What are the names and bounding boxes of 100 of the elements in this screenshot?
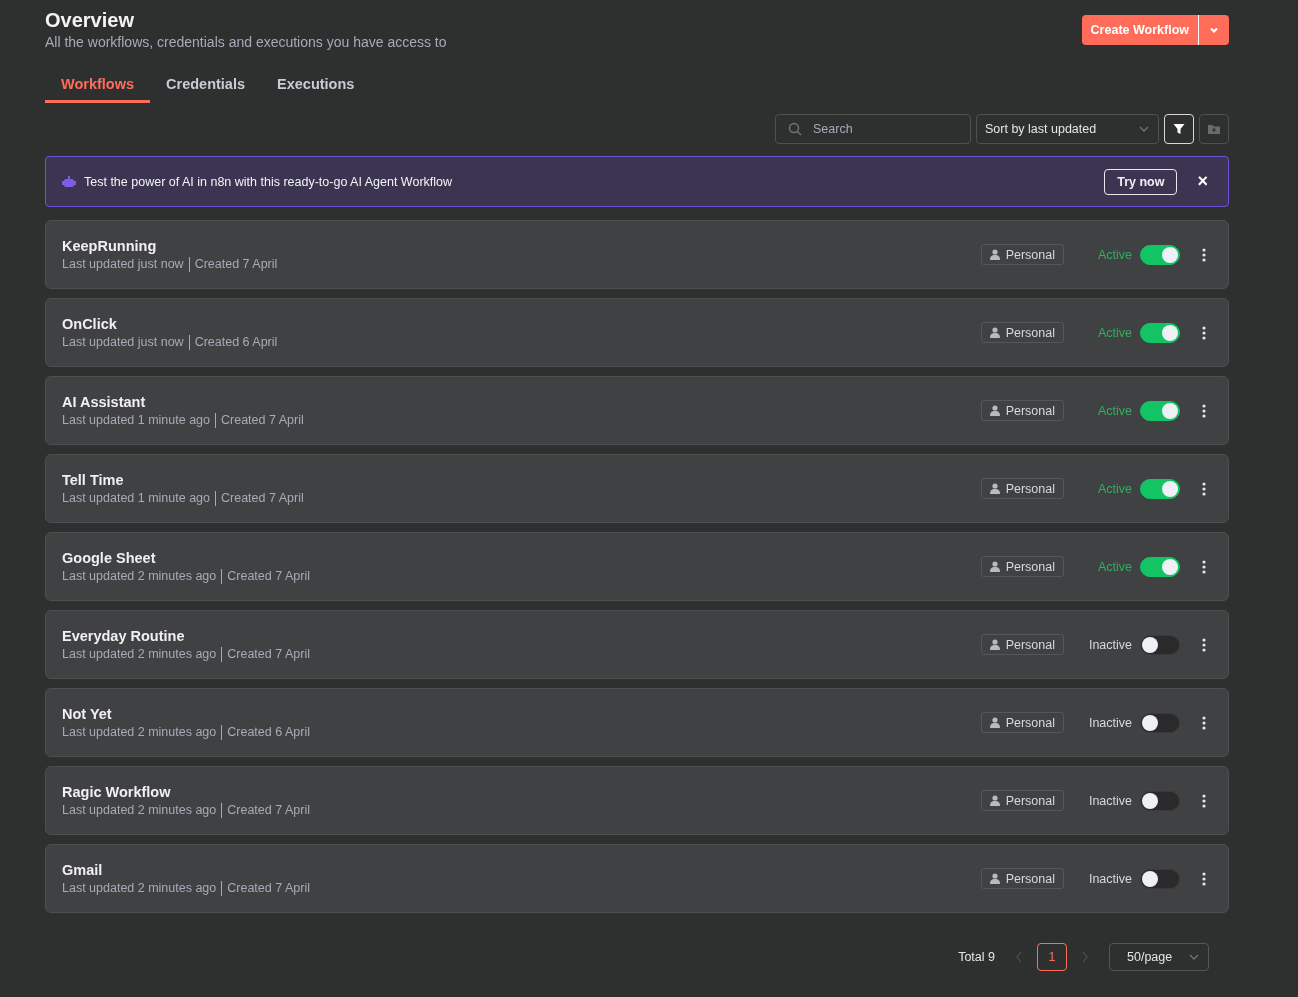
tab[interactable]: Executions xyxy=(261,70,371,103)
folder-plus-icon xyxy=(1208,124,1220,134)
updated-text: Last updated 2 minutes ago xyxy=(62,803,217,817)
active-toggle[interactable] xyxy=(1140,478,1180,499)
vertical-dots-icon xyxy=(1202,247,1206,262)
chevron-left-icon xyxy=(1015,951,1023,963)
owner-label: Personal xyxy=(1005,871,1055,886)
created-text: Created 7 April xyxy=(227,647,310,661)
vertical-dots-icon xyxy=(1202,325,1206,340)
workflow-name[interactable]: Not Yet xyxy=(62,705,981,722)
person-icon xyxy=(989,483,1000,494)
active-toggle[interactable] xyxy=(1140,712,1180,733)
tab[interactable]: Credentials xyxy=(150,70,262,103)
status-label: Inactive xyxy=(1087,715,1132,730)
status-label: Active xyxy=(1096,325,1132,340)
search-icon xyxy=(788,122,802,136)
status-label: Active xyxy=(1096,247,1132,262)
filter-button[interactable] xyxy=(1164,114,1194,144)
updated-text: Last updated 1 minute ago xyxy=(62,413,211,427)
updated-text: Last updated just now xyxy=(62,257,184,271)
created-text: Created 7 April xyxy=(227,803,310,817)
active-toggle[interactable] xyxy=(1140,556,1180,577)
created-text: Created 7 April xyxy=(221,491,304,505)
owner-label: Personal xyxy=(1005,403,1055,418)
updated-text: Last updated just now xyxy=(62,335,184,349)
person-icon xyxy=(989,717,1000,728)
workflow-card[interactable]: AI Assistant Last updated 1 minute ago Created 7 April Personal Active xyxy=(45,376,1229,445)
owner-label: Personal xyxy=(1005,559,1055,574)
updated-text: Last updated 1 minute ago xyxy=(62,491,211,505)
workflow-card[interactable]: Google Sheet Last updated 2 minutes ago Created 7 April Personal Active xyxy=(45,532,1229,601)
created-text: Created 6 April xyxy=(194,335,278,349)
person-icon xyxy=(989,873,1000,884)
vertical-dots-icon xyxy=(1202,481,1206,496)
status-label: Inactive xyxy=(1087,871,1132,886)
status-label: Active xyxy=(1096,403,1132,418)
owner-label: Personal xyxy=(1005,325,1055,340)
try-now-button[interactable]: Try now xyxy=(1104,168,1178,195)
created-text: Created 7 April xyxy=(227,569,310,583)
workflow-name[interactable]: Ragic Workflow xyxy=(62,783,981,800)
status-label: Active xyxy=(1096,481,1132,496)
new-folder-button[interactable] xyxy=(1199,114,1229,144)
workflow-card[interactable]: KeepRunning Last updated just now Created 7 April Personal Active xyxy=(45,220,1229,289)
close-button[interactable]: × xyxy=(1193,171,1212,192)
person-icon xyxy=(989,561,1000,572)
workflow-card[interactable]: Ragic Workflow Last updated 2 minutes ago Created 7 April Personal Inactive xyxy=(45,766,1229,835)
workflow-name[interactable]: Everyday Routine xyxy=(62,627,981,644)
status-label: Inactive xyxy=(1087,793,1132,808)
person-icon xyxy=(989,249,1000,260)
person-icon xyxy=(989,405,1000,416)
created-text: Created 7 April xyxy=(221,413,304,427)
person-icon xyxy=(989,639,1000,650)
vertical-dots-icon xyxy=(1202,403,1206,418)
workflow-name[interactable]: AI Assistant xyxy=(62,393,981,410)
updated-text: Last updated 2 minutes ago xyxy=(62,881,217,895)
owner-label: Personal xyxy=(1005,247,1055,262)
total-count: Total 9 xyxy=(958,950,995,964)
workflow-name[interactable]: Tell Time xyxy=(62,471,981,488)
active-toggle[interactable] xyxy=(1140,322,1180,343)
vertical-dots-icon xyxy=(1202,559,1206,574)
page-button[interactable]: 1 xyxy=(1037,943,1067,971)
page-subtitle: All the workflows, credentials and executions you have access to xyxy=(45,34,447,50)
workflow-card[interactable]: Tell Time Last updated 1 minute ago Created 7 April Personal Active xyxy=(45,454,1229,523)
workflow-name[interactable]: Gmail xyxy=(62,861,981,878)
active-toggle[interactable] xyxy=(1140,790,1180,811)
workflow-name[interactable]: KeepRunning xyxy=(62,237,981,254)
updated-text: Last updated 2 minutes ago xyxy=(62,725,217,739)
vertical-dots-icon xyxy=(1202,793,1206,808)
owner-label: Personal xyxy=(1005,637,1055,652)
search-field[interactable]: Search xyxy=(775,114,971,144)
robot-icon xyxy=(62,175,76,188)
workflow-card[interactable]: Everyday Routine Last updated 2 minutes ago Created 7 April Personal Inactive xyxy=(45,610,1229,679)
vertical-dots-icon xyxy=(1202,871,1206,886)
owner-label: Personal xyxy=(1005,481,1055,496)
page-title: Overview xyxy=(45,8,135,32)
page-size-dropdown[interactable]: 50/page xyxy=(1109,943,1209,971)
vertical-dots-icon xyxy=(1202,637,1206,652)
workflow-card[interactable]: Gmail Last updated 2 minutes ago Created 7 April Personal Inactive xyxy=(45,844,1229,913)
owner-label: Personal xyxy=(1005,793,1055,808)
filter-icon xyxy=(1173,123,1185,135)
active-toggle[interactable] xyxy=(1140,634,1180,655)
vertical-dots-icon xyxy=(1202,715,1206,730)
active-toggle[interactable] xyxy=(1140,244,1180,265)
person-icon xyxy=(989,327,1000,338)
updated-text: Last updated 2 minutes ago xyxy=(62,569,217,583)
status-label: Inactive xyxy=(1087,637,1132,652)
chevron-right-icon xyxy=(1081,951,1089,963)
person-icon xyxy=(989,795,1000,806)
active-toggle[interactable] xyxy=(1140,400,1180,421)
sort-dropdown[interactable]: Sort by last updated xyxy=(976,114,1159,144)
workflow-name[interactable]: Google Sheet xyxy=(62,549,981,566)
workflow-card[interactable]: Not Yet Last updated 2 minutes ago Created 6 April Personal Inactive xyxy=(45,688,1229,757)
active-toggle[interactable] xyxy=(1140,868,1180,889)
tab[interactable]: Workflows xyxy=(45,70,151,103)
workflow-name[interactable]: OnClick xyxy=(62,315,981,332)
owner-label: Personal xyxy=(1005,715,1055,730)
banner-text: Test the power of AI in n8n with this ready-to-go AI Agent Workflow xyxy=(84,174,454,189)
created-text: Created 7 April xyxy=(227,881,310,895)
created-text: Created 6 April xyxy=(227,725,310,739)
workflow-card[interactable]: OnClick Last updated just now Created 6 April Personal Active xyxy=(45,298,1229,367)
status-label: Active xyxy=(1096,559,1132,574)
